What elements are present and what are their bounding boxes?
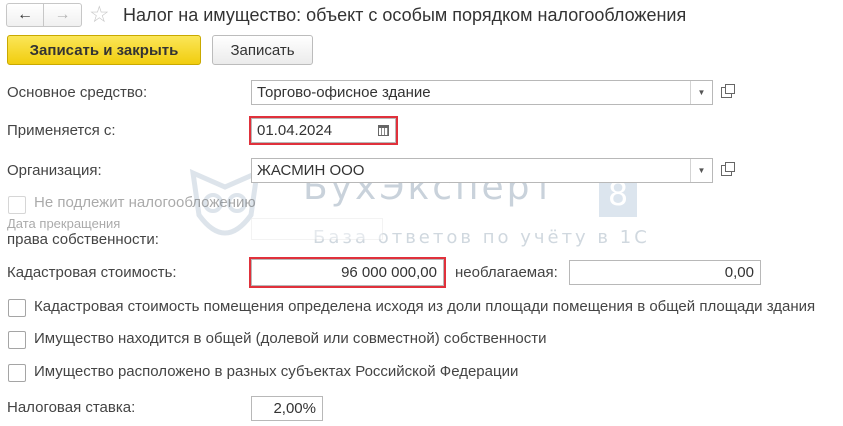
- tax-rate-field[interactable]: 2,00%: [251, 396, 323, 421]
- asset-field[interactable]: Торгово-офисное здание ▼: [251, 80, 713, 105]
- organization-value: ЖАСМИН ООО: [257, 162, 365, 179]
- ownership-end-label-line2: права собственности:: [7, 231, 159, 248]
- save-button[interactable]: Записать: [212, 35, 313, 65]
- dropdown-arrow-icon[interactable]: ▼: [690, 159, 712, 182]
- title-bar: ← → ☆ Налог на имущество: объект с особы…: [0, 0, 843, 30]
- asset-label: Основное средство:: [7, 84, 148, 101]
- share-of-area-label: Кадастровая стоимость помещения определе…: [34, 298, 816, 315]
- dropdown-arrow-icon[interactable]: ▼: [690, 81, 712, 104]
- cadastral-value: 96 000 000,00: [341, 264, 437, 281]
- cadastral-value-label: Кадастровая стоимость:: [7, 264, 177, 281]
- organization-field[interactable]: ЖАСМИН ООО ▼: [251, 158, 713, 183]
- share-of-area-checkbox[interactable]: [8, 299, 26, 317]
- not-taxable-label: Не подлежит налогообложению: [34, 194, 256, 211]
- tax-rate-label: Налоговая ставка:: [7, 399, 136, 416]
- different-regions-checkbox[interactable]: [8, 364, 26, 382]
- calendar-icon: [377, 125, 389, 136]
- non-taxable-label: необлагаемая:: [455, 264, 558, 281]
- asset-value: Торгово-офисное здание: [257, 84, 431, 101]
- ownership-end-label-line1: Дата прекращения: [7, 216, 121, 231]
- forward-button[interactable]: →: [44, 4, 81, 26]
- applies-from-value: 01.04.2024: [257, 122, 333, 139]
- not-taxable-checkbox[interactable]: [8, 196, 26, 214]
- save-and-close-button[interactable]: Записать и закрыть: [7, 35, 201, 65]
- window-title: Налог на имущество: объект с особым поря…: [123, 5, 687, 25]
- cadastral-value-field[interactable]: 96 000 000,00: [249, 257, 446, 288]
- open-form-icon: [720, 84, 735, 98]
- shared-ownership-label: Имущество находится в общей (долевой или…: [34, 330, 547, 347]
- non-taxable-field[interactable]: 0,00: [569, 260, 761, 285]
- applies-from-field[interactable]: 01.04.2024: [249, 116, 398, 145]
- arrow-right-icon: →: [54, 6, 71, 23]
- calendar-button[interactable]: [371, 119, 395, 142]
- ownership-end-field[interactable]: [251, 218, 383, 240]
- back-button[interactable]: ←: [7, 4, 44, 26]
- open-form-icon: [720, 162, 735, 176]
- open-asset-button[interactable]: [715, 80, 737, 105]
- non-taxable-value: 0,00: [724, 264, 754, 281]
- star-icon[interactable]: ☆: [89, 1, 110, 27]
- nav-buttons: ← →: [6, 3, 82, 27]
- applies-from-label: Применяется с:: [7, 122, 116, 139]
- arrow-left-icon: ←: [17, 6, 33, 23]
- shared-ownership-checkbox[interactable]: [8, 331, 26, 349]
- open-organization-button[interactable]: [715, 158, 737, 183]
- tax-rate-value: 2,00%: [273, 400, 316, 417]
- organization-label: Организация:: [7, 162, 102, 179]
- different-regions-label: Имущество расположено в разных субъектах…: [34, 363, 519, 380]
